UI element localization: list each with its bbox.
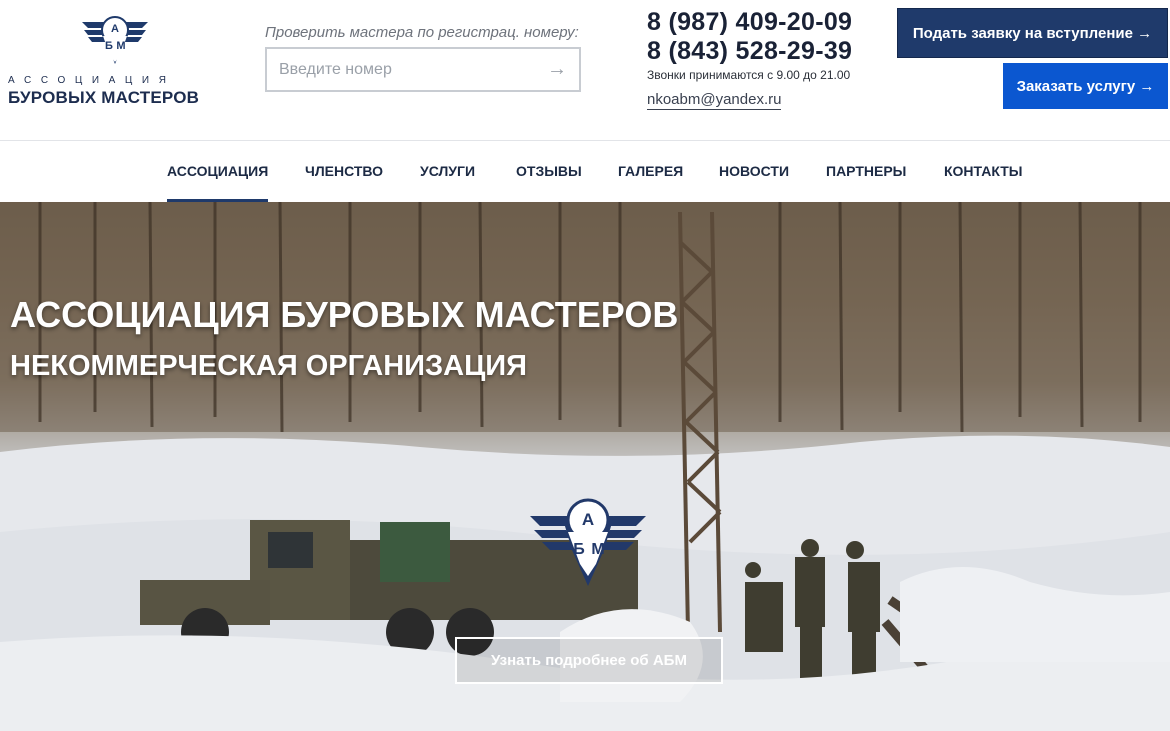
nav-item-membership[interactable]: ЧЛЕНСТВО <box>305 141 383 202</box>
check-master-form: → <box>265 47 581 92</box>
nav-item-services[interactable]: УСЛУГИ <box>420 141 475 202</box>
join-application-button[interactable]: Подать заявку на вступление → <box>897 8 1168 58</box>
order-service-button[interactable]: Заказать услугу → <box>1003 63 1168 109</box>
abm-emblem-icon: А Б М <box>530 498 646 586</box>
svg-text:М: М <box>116 40 125 52</box>
nav-item-contacts[interactable]: КОНТАКТЫ <box>944 141 1022 202</box>
nav-item-association[interactable]: АССОЦИАЦИЯ <box>167 141 269 202</box>
logo-line1: АССОЦИАЦИЯ <box>8 75 176 86</box>
check-master-label: Проверить мастера по регистрац. номеру: <box>265 24 579 41</box>
nav-item-reviews[interactable]: ОТЗЫВЫ <box>516 141 582 202</box>
hero-subtitle: НЕКОММЕРЧЕСКАЯ ОРГАНИЗАЦИЯ <box>10 350 527 382</box>
abm-emblem-icon: А Б М <box>82 16 148 64</box>
main-nav: АССОЦИАЦИЯ ЧЛЕНСТВО УСЛУГИ ОТЗЫВЫ ГАЛЕРЕ… <box>0 141 1170 202</box>
email-link[interactable]: nkoabm@yandex.ru <box>647 91 782 110</box>
arrow-right-icon[interactable]: → <box>547 58 567 81</box>
call-hours: Звонки принимаются с 9.00 до 21.00 <box>647 68 851 82</box>
nav-item-news[interactable]: НОВОСТИ <box>719 141 789 202</box>
logo[interactable]: А Б М АССОЦИАЦИЯ БУРОВЫХ МАСТЕРОВ <box>8 12 224 112</box>
svg-text:Б: Б <box>105 40 113 52</box>
registration-number-input[interactable] <box>267 49 527 90</box>
svg-text:А: А <box>582 510 594 529</box>
svg-text:А: А <box>111 23 119 35</box>
learn-more-button[interactable]: Узнать подробнее об АБМ <box>455 637 723 684</box>
nav-item-gallery[interactable]: ГАЛЕРЕЯ <box>618 141 683 202</box>
svg-text:М: М <box>591 541 604 558</box>
logo-line2: БУРОВЫХ МАСТЕРОВ <box>8 88 200 107</box>
hero-title: АССОЦИАЦИЯ БУРОВЫХ МАСТЕРОВ <box>10 294 679 335</box>
site-header: А Б М АССОЦИАЦИЯ БУРОВЫХ МАСТЕРОВ Провер… <box>0 0 1170 141</box>
phone-1[interactable]: 8 (987) 409-20-09 <box>647 8 852 37</box>
phone-2[interactable]: 8 (843) 528-29-39 <box>647 37 852 66</box>
hero-banner: АССОЦИАЦИЯ БУРОВЫХ МАСТЕРОВ НЕКОММЕРЧЕСК… <box>0 202 1170 731</box>
svg-text:Б: Б <box>573 541 585 558</box>
nav-item-partners[interactable]: ПАРТНЕРЫ <box>826 141 906 202</box>
